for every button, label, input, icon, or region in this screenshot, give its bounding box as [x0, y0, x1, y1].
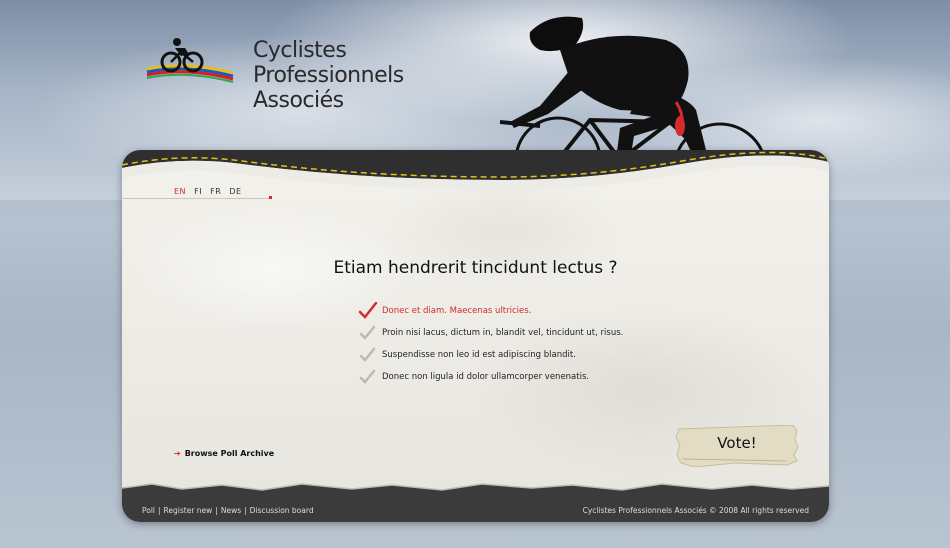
- footer-band: [122, 483, 829, 522]
- lang-de-link[interactable]: DE: [229, 187, 241, 196]
- poll-option-label: Donec non ligula id dolor ullamcorper ve…: [382, 372, 590, 382]
- poll-option-label: Proin nisi lacus, dictum in, blandit vel…: [382, 328, 624, 338]
- footer-separator: |: [215, 506, 218, 515]
- footer-separator: |: [244, 506, 247, 515]
- checkmark-icon: [359, 325, 376, 340]
- poll-option-label: Suspendisse non leo id est adipiscing bl…: [382, 350, 576, 360]
- vote-button-label: Vote!: [717, 434, 757, 452]
- language-switcher: EN FI FR DE: [174, 187, 247, 196]
- poll-option-4[interactable]: Donec non ligula id dolor ullamcorper ve…: [358, 366, 623, 388]
- site-title: Cyclistes Professionnels Associés: [253, 38, 404, 113]
- site-title-line-3: Associés: [253, 88, 344, 113]
- browse-poll-archive-link[interactable]: ➔ Browse Poll Archive: [174, 449, 274, 458]
- site-title-line-2: Professionnels: [253, 63, 404, 88]
- arrow-right-icon: ➔: [174, 449, 181, 458]
- checkmark-selected-icon: [358, 302, 378, 319]
- browse-poll-archive-label: Browse Poll Archive: [184, 449, 275, 458]
- road-header-strip: [122, 150, 829, 190]
- poll-options: Donec et diam. Maecenas ultricies. Proin…: [358, 300, 623, 388]
- footer-separator: |: [158, 506, 161, 515]
- language-divider: [122, 198, 270, 199]
- poll-option-label: Donec et diam. Maecenas ultricies.: [382, 306, 532, 316]
- cyclist-logo-icon: [146, 38, 234, 83]
- poll-option-2[interactable]: Proin nisi lacus, dictum in, blandit vel…: [358, 322, 623, 344]
- lang-fi-link[interactable]: FI: [194, 187, 202, 196]
- lang-fr-link[interactable]: FR: [210, 187, 221, 196]
- site-title-line-1: Cyclistes: [253, 38, 347, 63]
- poll-option-3[interactable]: Suspendisse non leo id est adipiscing bl…: [358, 344, 623, 366]
- content-panel: EN FI FR DE Etiam hendrerit tincidunt le…: [122, 150, 829, 522]
- footer-link-discussion[interactable]: Discussion board: [250, 506, 314, 515]
- cyclist-silhouette-image: [499, 16, 768, 170]
- vote-button[interactable]: Vote!: [675, 425, 799, 467]
- language-divider-dot: [269, 196, 272, 199]
- footer-link-poll[interactable]: Poll: [142, 506, 155, 515]
- footer-links: Poll | Register new | News | Discussion board: [142, 506, 314, 515]
- checkmark-icon: [359, 347, 376, 362]
- footer-link-news[interactable]: News: [221, 506, 241, 515]
- poll-option-1[interactable]: Donec et diam. Maecenas ultricies.: [358, 300, 623, 322]
- footer-copyright: Cyclistes Professionnels Associés © 2008…: [582, 506, 809, 515]
- checkmark-icon: [359, 369, 376, 384]
- footer-link-register[interactable]: Register new: [164, 506, 213, 515]
- poll-question: Etiam hendrerit tincidunt lectus ?: [333, 258, 618, 278]
- lang-en-link[interactable]: EN: [174, 187, 186, 196]
